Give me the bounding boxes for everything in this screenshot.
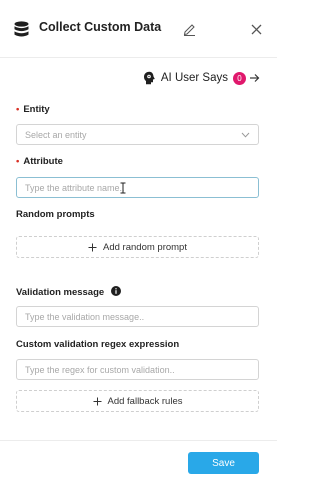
database-icon xyxy=(14,21,29,37)
required-marker: • xyxy=(16,156,20,167)
info-icon[interactable] xyxy=(110,286,121,296)
validation-message-label: Validation message xyxy=(16,286,121,298)
chevron-down-icon xyxy=(241,132,250,138)
modal-header: Collect Custom Data xyxy=(0,0,277,58)
validation-message-label-text: Validation message xyxy=(16,287,105,298)
attribute-label: • Attribute xyxy=(16,156,63,167)
regex-input[interactable] xyxy=(17,360,258,380)
add-fallback-rules-button[interactable]: Add fallback rules xyxy=(16,390,259,412)
ai-head-icon xyxy=(143,71,155,85)
regex-label: Custom validation regex expression xyxy=(16,339,180,350)
count-badge: 0 xyxy=(233,71,246,85)
attribute-input[interactable] xyxy=(17,178,258,198)
plus-icon xyxy=(93,397,101,405)
attribute-field[interactable] xyxy=(16,177,259,198)
pencil-icon[interactable] xyxy=(183,22,196,36)
validation-message-input[interactable] xyxy=(17,307,258,327)
entity-select-placeholder: Select an entity xyxy=(25,130,87,140)
save-button[interactable]: Save xyxy=(188,452,259,474)
ai-user-says-label: AI User Says xyxy=(160,72,228,84)
add-random-prompt-label: Add random prompt xyxy=(103,241,187,253)
attribute-label-text: Attribute xyxy=(23,156,63,167)
entity-select[interactable]: Select an entity xyxy=(16,124,259,145)
validation-message-field[interactable] xyxy=(16,306,259,327)
ai-user-says-link[interactable]: AI User Says 0 xyxy=(143,70,260,86)
modal-footer: Save xyxy=(0,440,277,480)
text-cursor-icon xyxy=(120,182,126,194)
add-fallback-rules-label: Add fallback rules xyxy=(107,395,183,407)
close-icon[interactable] xyxy=(251,24,262,35)
arrow-right-icon xyxy=(250,74,260,82)
add-random-prompt-button[interactable]: Add random prompt xyxy=(16,236,259,258)
regex-field[interactable] xyxy=(16,359,259,380)
random-prompts-label: Random prompts xyxy=(16,209,95,220)
entity-label: • Entity xyxy=(16,104,50,115)
required-marker: • xyxy=(16,104,20,115)
plus-icon xyxy=(88,243,97,251)
page-title: Collect Custom Data xyxy=(39,20,162,34)
entity-label-text: Entity xyxy=(23,104,50,115)
